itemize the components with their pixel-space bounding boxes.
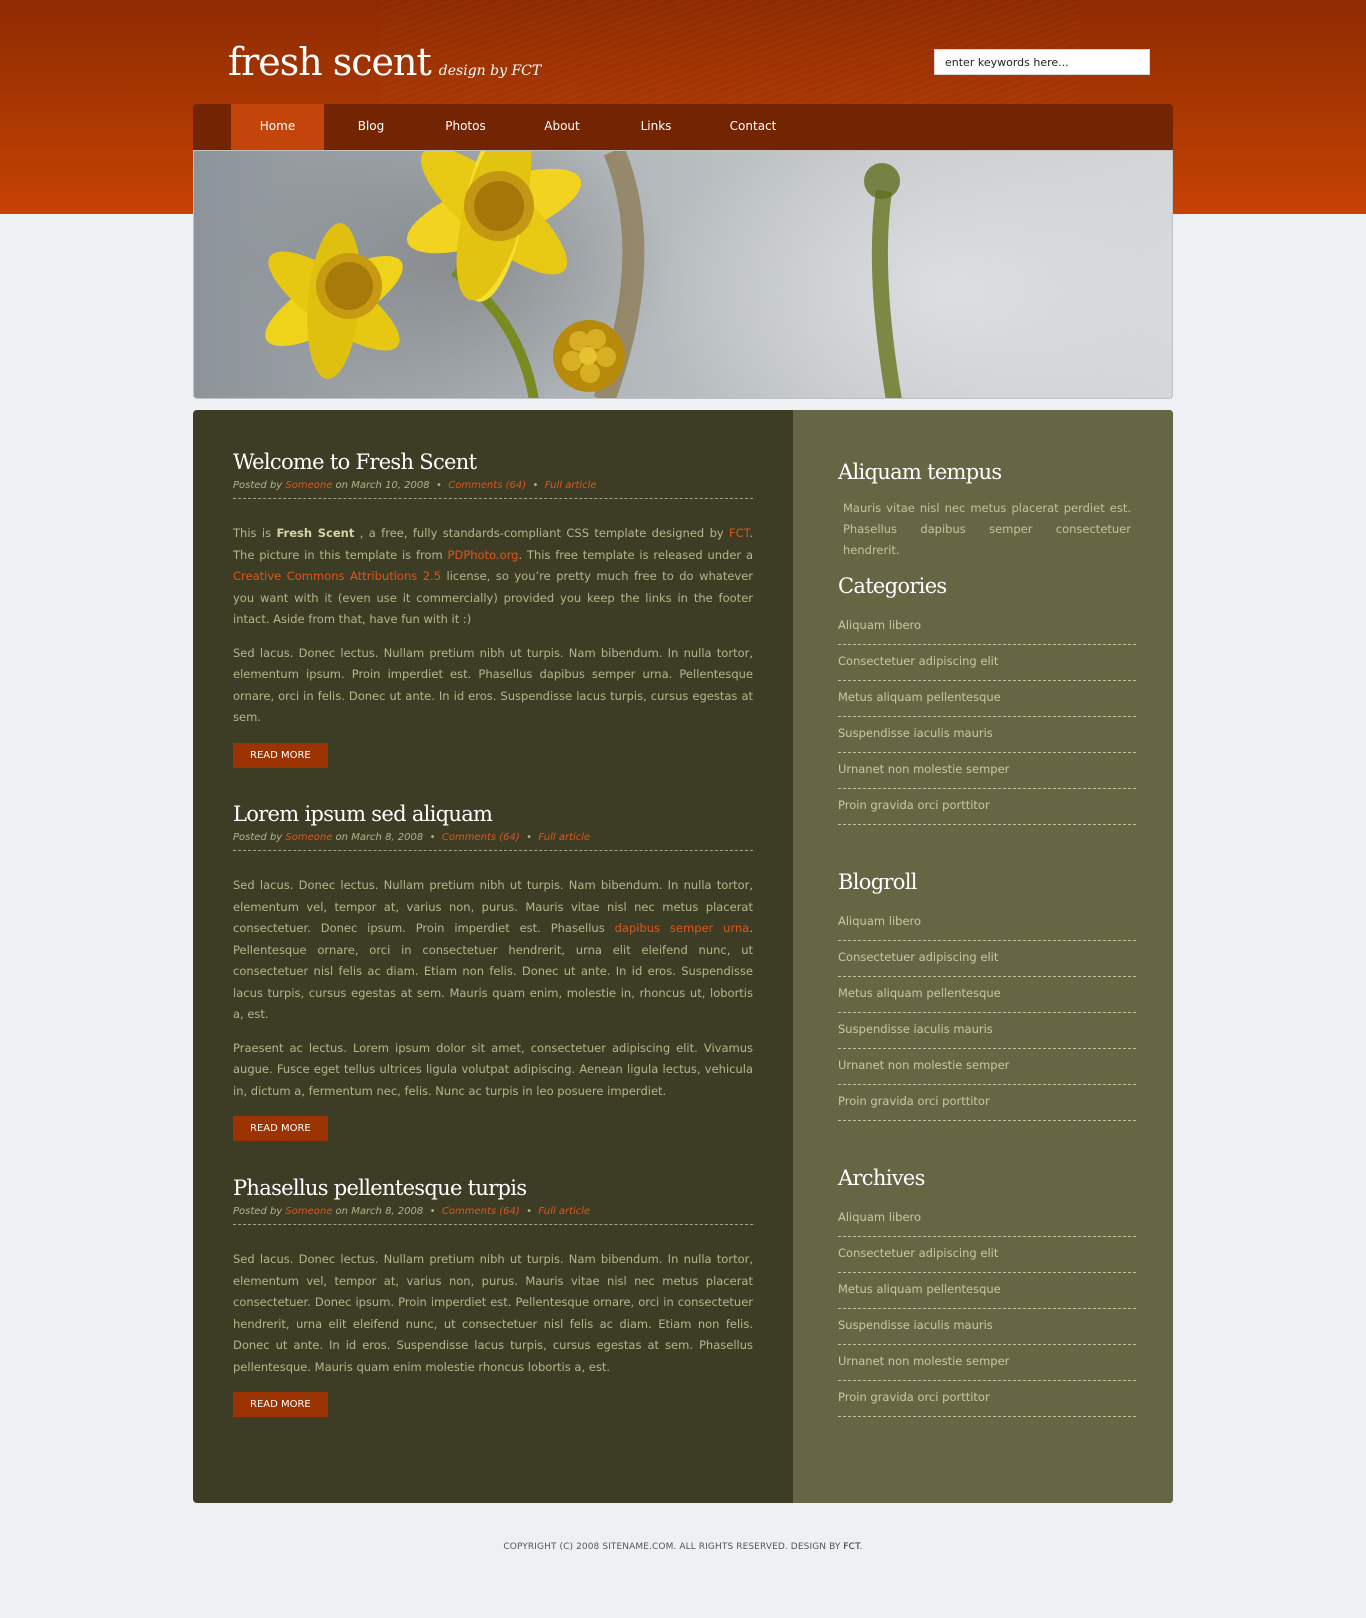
- blogroll-item[interactable]: Suspendisse iaculis mauris: [838, 1013, 1136, 1049]
- read-more-button[interactable]: READ MORE: [233, 1392, 328, 1417]
- nav-home[interactable]: Home: [231, 104, 324, 150]
- footer: COPYRIGHT (C) 2008 SITENAME.COM. ALL RIG…: [0, 1542, 1366, 1552]
- post-paragraph: This is Fresh Scent , a free, fully stan…: [233, 523, 753, 631]
- blogroll-item[interactable]: Consectetuer adipiscing elit: [838, 941, 1136, 977]
- author-link[interactable]: Someone: [285, 832, 332, 843]
- archive-item[interactable]: Aliquam libero: [838, 1201, 1136, 1237]
- post-date: on March 8, 2008: [332, 832, 424, 843]
- post-meta: Posted by Someone on March 8, 2008 • Com…: [233, 1206, 753, 1225]
- post-title[interactable]: Lorem ipsum sed aliquam: [233, 800, 753, 828]
- text-run: , a free, fully standards-compliant CSS …: [354, 526, 730, 540]
- inline-link[interactable]: dapibus semper urna: [615, 921, 750, 935]
- footer-dot: .: [859, 1542, 863, 1552]
- archive-item[interactable]: Metus aliquam pellentesque: [838, 1273, 1136, 1309]
- blogroll-item[interactable]: Metus aliquam pellentesque: [838, 977, 1136, 1013]
- category-item[interactable]: Suspendisse iaculis mauris: [838, 717, 1136, 753]
- sidebar-title: Blogroll: [838, 870, 917, 894]
- full-article-link[interactable]: Full article: [545, 480, 597, 491]
- meta-separator: •: [423, 832, 442, 843]
- blogroll-list: Aliquam libero Consectetuer adipiscing e…: [838, 905, 1136, 1121]
- text-run: . Pellentesque ornare, orci in consectet…: [233, 921, 753, 1021]
- pdphoto-link[interactable]: PDPhoto.org: [448, 548, 519, 562]
- meta-separator: •: [429, 480, 449, 491]
- category-item[interactable]: Urnanet non molestie semper: [838, 753, 1136, 789]
- author-link[interactable]: Someone: [285, 1206, 332, 1217]
- sidebar-blogroll: Blogroll Aliquam libero Consectetuer adi…: [838, 868, 1136, 1121]
- post-title[interactable]: Welcome to Fresh Scent: [233, 448, 753, 476]
- archive-item[interactable]: Consectetuer adipiscing elit: [838, 1237, 1136, 1273]
- header-banner-image: [193, 150, 1173, 399]
- license-link[interactable]: Creative Commons Attributions 2.5: [233, 569, 441, 583]
- post-date: on March 10, 2008: [332, 480, 430, 491]
- site-subtitle: design by FCT: [438, 63, 542, 79]
- post-meta: Posted by Someone on March 8, 2008 • Com…: [233, 832, 753, 851]
- sidebar-categories: Categories Aliquam libero Consectetuer a…: [838, 572, 1136, 825]
- sidebar-intro: Aliquam tempus Mauris vitae nisl nec met…: [838, 458, 1136, 561]
- text-run: This is: [233, 526, 277, 540]
- blog-post: Welcome to Fresh Scent Posted by Someone…: [233, 448, 753, 768]
- blog-post: Lorem ipsum sed aliquam Posted by Someon…: [233, 800, 753, 1141]
- meta-separator: •: [423, 1206, 442, 1217]
- nav-links[interactable]: Links: [611, 104, 701, 150]
- blogroll-item[interactable]: Proin gravida orci porttitor: [838, 1085, 1136, 1121]
- main-nav: Home Blog Photos About Links Contact: [193, 104, 1173, 150]
- template-name: Fresh Scent: [276, 526, 355, 540]
- read-more-button[interactable]: READ MORE: [233, 742, 328, 768]
- post-body: Sed lacus. Donec lectus. Nullam pretium …: [233, 1249, 753, 1378]
- post-meta: Posted by Someone on March 10, 2008 • Co…: [233, 480, 753, 499]
- text-run: . This free template is released under a: [518, 547, 753, 562]
- posted-by-label: Posted by: [233, 1206, 286, 1217]
- post-paragraph: Sed lacus. Donec lectus. Nullam pretium …: [233, 875, 753, 1026]
- meta-separator: •: [519, 1206, 539, 1217]
- blogroll-item[interactable]: Aliquam libero: [838, 905, 1136, 941]
- nav-photos[interactable]: Photos: [418, 104, 513, 150]
- sidebar-title: Archives: [838, 1166, 925, 1190]
- content-area: Welcome to Fresh Scent Posted by Someone…: [193, 410, 1173, 1503]
- archive-item[interactable]: Suspendisse iaculis mauris: [838, 1309, 1136, 1345]
- site-logo[interactable]: fresh scent design by FCT: [228, 40, 541, 84]
- comments-link[interactable]: Comments (64): [442, 1206, 520, 1217]
- post-body: This is Fresh Scent , a free, fully stan…: [233, 523, 753, 729]
- sidebar-title: Categories: [838, 574, 947, 598]
- archive-item[interactable]: Urnanet non molestie semper: [838, 1345, 1136, 1381]
- category-item[interactable]: Aliquam libero: [838, 609, 1136, 645]
- post-body: Sed lacus. Donec lectus. Nullam pretium …: [233, 875, 753, 1102]
- post-paragraph: Sed lacus. Donec lectus. Nullam pretium …: [233, 1252, 753, 1374]
- post-title[interactable]: Phasellus pellentesque turpis: [233, 1174, 753, 1202]
- fct-link[interactable]: FCT: [729, 526, 749, 540]
- read-more-button[interactable]: READ MORE: [233, 1116, 328, 1141]
- meta-separator: •: [519, 832, 539, 843]
- archive-list: Aliquam libero Consectetuer adipiscing e…: [838, 1201, 1136, 1417]
- archive-item[interactable]: Proin gravida orci porttitor: [838, 1381, 1136, 1417]
- category-list: Aliquam libero Consectetuer adipiscing e…: [838, 609, 1136, 825]
- posted-by-label: Posted by: [233, 832, 286, 843]
- blog-post: Phasellus pellentesque turpis Posted by …: [233, 1174, 753, 1417]
- category-item[interactable]: Metus aliquam pellentesque: [838, 681, 1136, 717]
- author-link[interactable]: Someone: [285, 480, 332, 491]
- copyright-text: COPYRIGHT (C) 2008 SITENAME.COM. ALL RIG…: [503, 1542, 844, 1552]
- nav-contact[interactable]: Contact: [701, 104, 805, 150]
- post-paragraph: Sed lacus. Donec lectus. Nullam pretium …: [233, 645, 753, 725]
- meta-separator: •: [526, 480, 545, 491]
- sidebar: Aliquam tempus Mauris vitae nisl nec met…: [793, 410, 1173, 1503]
- full-article-link[interactable]: Full article: [538, 832, 590, 843]
- nav-about[interactable]: About: [513, 104, 611, 150]
- blogroll-item[interactable]: Urnanet non molestie semper: [838, 1049, 1136, 1085]
- comments-link[interactable]: Comments (64): [448, 480, 526, 491]
- sidebar-intro-text: Mauris vitae nisl nec metus placerat per…: [843, 501, 1131, 557]
- flower-illustration: [265, 151, 902, 398]
- sidebar-title: Aliquam tempus: [838, 460, 1002, 484]
- sidebar-archives: Archives Aliquam libero Consectetuer adi…: [838, 1164, 1136, 1417]
- comments-link[interactable]: Comments (64): [442, 832, 520, 843]
- site-title: fresh scent: [228, 40, 432, 84]
- posted-by-label: Posted by: [233, 480, 286, 491]
- category-item[interactable]: Proin gravida orci porttitor: [838, 789, 1136, 825]
- nav-blog[interactable]: Blog: [324, 104, 418, 150]
- search-input[interactable]: [934, 49, 1150, 75]
- category-item[interactable]: Consectetuer adipiscing elit: [838, 645, 1136, 681]
- footer-fct-link[interactable]: FCT: [843, 1542, 859, 1552]
- post-paragraph: Praesent ac lectus. Lorem ipsum dolor si…: [233, 1040, 753, 1098]
- full-article-link[interactable]: Full article: [538, 1206, 590, 1217]
- post-date: on March 8, 2008: [332, 1206, 424, 1217]
